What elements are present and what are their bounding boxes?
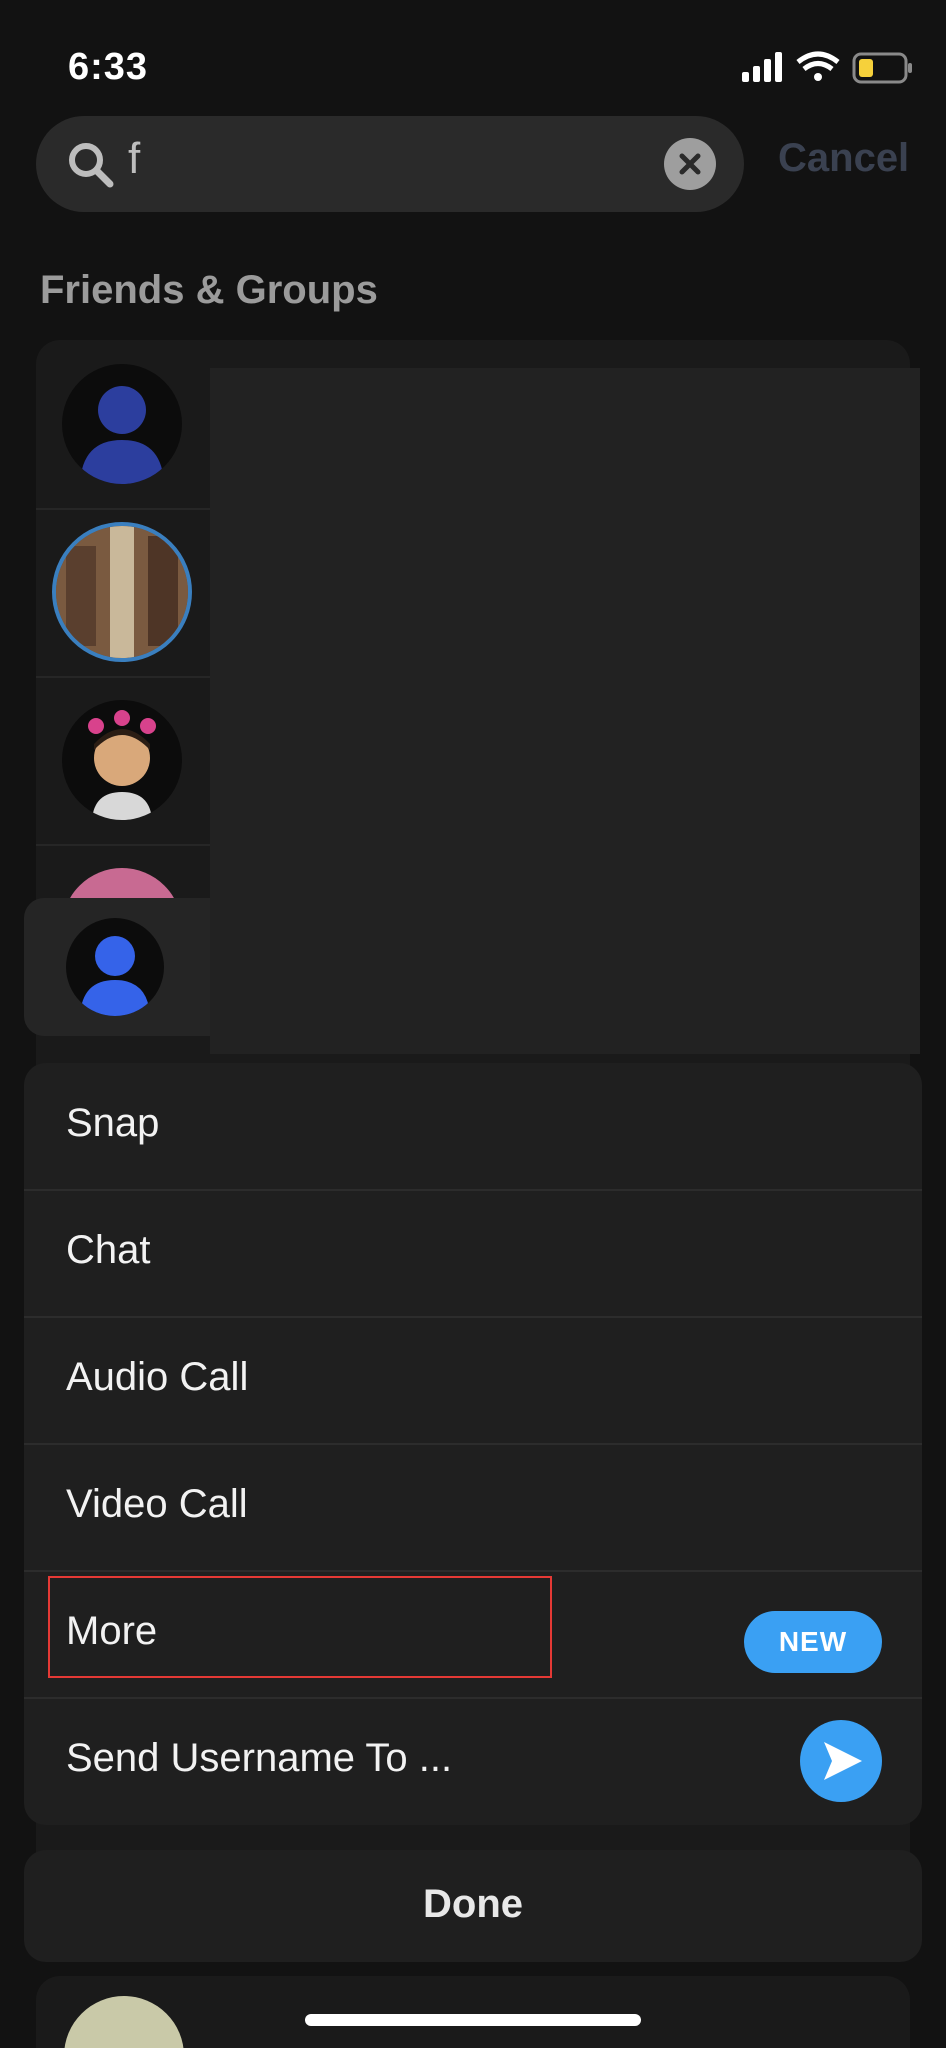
avatar: [52, 522, 192, 662]
chat-option[interactable]: Chat: [24, 1190, 922, 1318]
list-item[interactable]: [36, 508, 210, 678]
video-call-label: Video Call: [66, 1482, 248, 1526]
default-avatar-icon: [80, 936, 150, 1016]
section-title: Friends & Groups: [40, 268, 378, 312]
list-item[interactable]: [36, 340, 210, 510]
clear-search-button[interactable]: [664, 138, 716, 190]
audio-call-option[interactable]: Audio Call: [24, 1317, 922, 1445]
list-item: [36, 1976, 910, 2048]
send-button[interactable]: [800, 1720, 882, 1802]
cancel-button[interactable]: Cancel: [778, 136, 909, 181]
video-call-option[interactable]: Video Call: [24, 1444, 922, 1572]
photo-avatar-icon: [56, 526, 188, 658]
send-arrow-icon: [824, 1742, 862, 1780]
send-username-option[interactable]: Send Username To ...: [24, 1698, 922, 1824]
search-icon: [69, 143, 114, 188]
done-button[interactable]: Done: [24, 1850, 922, 1962]
highlight-box: [48, 1576, 552, 1678]
signal-icon: [742, 51, 912, 84]
selected-friend-row: [24, 898, 224, 1036]
status-icons: [736, 48, 916, 88]
close-icon: [679, 153, 701, 175]
status-time: 6:33: [68, 46, 149, 88]
action-sheet: Snap Chat Audio Call Video Call More NEW…: [24, 1063, 922, 1825]
chat-label: Chat: [66, 1228, 151, 1272]
default-avatar-icon: [80, 386, 164, 484]
snap-label: Snap: [66, 1101, 160, 1145]
redacted-area: [210, 368, 920, 1054]
avatar: [64, 1996, 184, 2048]
avatar: [62, 364, 182, 484]
avatar: [66, 918, 164, 1016]
search-input[interactable]: f: [128, 134, 140, 184]
send-username-label: Send Username To ...: [66, 1736, 453, 1780]
home-indicator: [305, 2014, 641, 2026]
avatar: [62, 700, 182, 820]
search-bar[interactable]: f: [36, 116, 744, 212]
snap-option[interactable]: Snap: [24, 1063, 922, 1191]
done-label: Done: [423, 1882, 523, 1926]
bitmoji-avatar-icon: [88, 710, 156, 820]
list-item[interactable]: [36, 676, 210, 846]
new-badge: NEW: [744, 1611, 882, 1673]
audio-call-label: Audio Call: [66, 1355, 249, 1399]
